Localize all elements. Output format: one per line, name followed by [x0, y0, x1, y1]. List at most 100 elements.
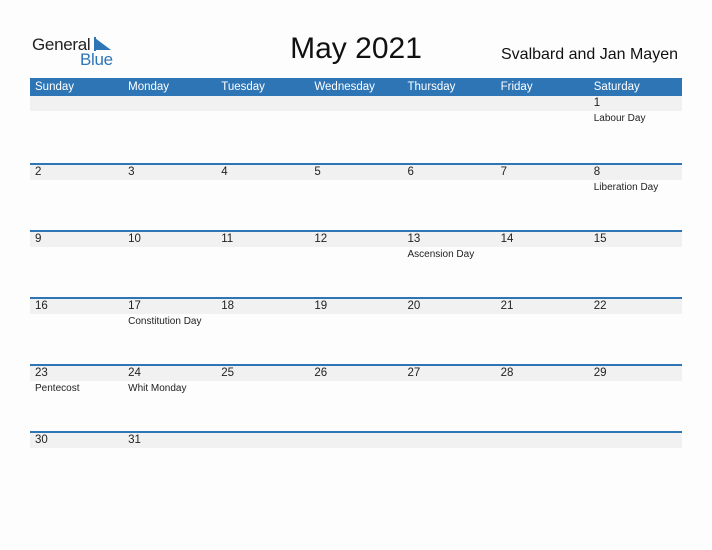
week-cells: 2 3 4 5 6 7 8 Liberation Day — [30, 165, 682, 195]
day-cell: 24 Whit Monday — [123, 366, 216, 396]
day-number: 19 — [314, 300, 328, 312]
day-number — [221, 96, 309, 111]
day-number: 4 — [221, 166, 228, 178]
day-number: 23 — [35, 367, 48, 379]
day-cell: 12 — [309, 232, 402, 262]
day-number: 10 — [128, 233, 141, 245]
day-cell: 16 — [30, 299, 123, 329]
week-row: 9 10 11 12 13 Ascension Day 14 15 — [30, 230, 682, 297]
day-number — [128, 96, 216, 111]
holiday-label: Ascension Day — [407, 249, 475, 260]
day-cell: 26 — [309, 366, 402, 396]
day-number — [408, 433, 496, 448]
holiday-label: Pentecost — [35, 383, 80, 394]
day-cell: 2 — [30, 165, 123, 195]
weekday-wednesday: Wednesday — [314, 81, 375, 93]
day-cell — [403, 433, 496, 449]
day-cell — [216, 96, 309, 126]
day-cell: 1 Labour Day — [589, 96, 682, 126]
day-number: 15 — [593, 233, 607, 245]
day-number: 24 — [128, 367, 141, 379]
day-number — [221, 433, 309, 448]
day-cell: 30 — [30, 433, 123, 449]
day-number: 27 — [407, 367, 421, 379]
week-row: 2 3 4 5 6 7 8 Liberation Day — [30, 163, 682, 230]
holiday-label: Whit Monday — [128, 383, 187, 394]
weekday-tuesday: Tuesday — [221, 81, 265, 93]
calendar-grid: Sunday Monday Tuesday Wednesday Thursday… — [30, 78, 682, 498]
day-number: 25 — [221, 367, 235, 379]
week-cells: 9 10 11 12 13 Ascension Day 14 15 — [30, 232, 682, 262]
week-row: 23 Pentecost 24 Whit Monday 25 26 27 28 29 — [30, 364, 682, 431]
day-number: 20 — [407, 300, 421, 312]
day-cell: 6 — [403, 165, 496, 195]
day-number — [594, 433, 682, 448]
day-number: 1 — [593, 97, 601, 109]
day-cell: 20 — [403, 299, 496, 329]
day-number — [501, 96, 589, 111]
week-cells: 23 Pentecost 24 Whit Monday 25 26 27 28 29 — [30, 366, 682, 396]
day-number — [35, 96, 123, 111]
day-number: 21 — [500, 300, 514, 312]
day-cell: 29 — [589, 366, 682, 396]
day-cell: 31 — [123, 433, 216, 449]
day-number: 17 — [128, 300, 141, 312]
day-cell: 9 — [30, 232, 123, 262]
day-number: 6 — [407, 166, 414, 178]
day-cell — [216, 433, 309, 449]
day-number: 3 — [128, 166, 135, 178]
day-number: 30 — [35, 434, 48, 446]
day-cell: 22 — [589, 299, 682, 329]
day-number: 2 — [35, 166, 42, 178]
day-number: 29 — [593, 367, 607, 379]
weekday-thursday: Thursday — [407, 81, 456, 93]
day-cell — [123, 96, 216, 126]
day-cell: 3 — [123, 165, 216, 195]
day-number: 22 — [593, 300, 607, 312]
day-number: 5 — [314, 166, 321, 178]
day-cell: 8 Liberation Day — [589, 165, 682, 195]
week-row: 1 Labour Day — [30, 96, 682, 163]
day-number — [314, 96, 402, 111]
day-number: 12 — [314, 233, 328, 245]
day-cell: 7 — [496, 165, 589, 195]
day-number: 16 — [35, 300, 48, 312]
day-cell — [30, 96, 123, 126]
weekday-monday: Monday — [128, 81, 170, 93]
day-number: 9 — [35, 233, 42, 245]
week-cells: 1 Labour Day — [30, 96, 682, 126]
day-cell: 10 — [123, 232, 216, 262]
day-number: 8 — [593, 166, 601, 178]
day-cell — [403, 96, 496, 126]
weeks-container: 1 Labour Day 2 3 4 5 6 7 8 Liberation Day 9 10 11 12 1… — [30, 96, 682, 498]
day-cell: 21 — [496, 299, 589, 329]
day-number: 11 — [221, 233, 234, 245]
day-number — [314, 433, 402, 448]
day-cell: 13 Ascension Day — [403, 232, 496, 262]
day-cell: 5 — [309, 165, 402, 195]
day-number: 26 — [314, 367, 328, 379]
day-cell — [309, 433, 402, 449]
day-number: 14 — [500, 233, 514, 245]
day-cell: 11 — [216, 232, 309, 262]
day-cell: 14 — [496, 232, 589, 262]
holiday-label: Constitution Day — [128, 316, 202, 327]
weekday-saturday: Saturday — [593, 81, 640, 93]
day-number: 7 — [500, 166, 508, 178]
day-cell: 25 — [216, 366, 309, 396]
week-cells: 30 31 — [30, 433, 682, 449]
weekday-header: Sunday Monday Tuesday Wednesday Thursday… — [30, 78, 682, 96]
day-cell — [496, 96, 589, 126]
day-cell: 4 — [216, 165, 309, 195]
weekday-friday: Friday — [500, 81, 533, 93]
day-number — [501, 433, 589, 448]
weekday-sunday: Sunday — [35, 81, 75, 93]
day-number — [408, 96, 496, 111]
day-cell: 23 Pentecost — [30, 366, 123, 396]
week-cells: 16 17 Constitution Day 18 19 20 21 22 — [30, 299, 682, 329]
week-row: 30 31 — [30, 431, 682, 498]
day-cell — [589, 433, 682, 449]
day-number: 13 — [407, 233, 421, 245]
day-number: 31 — [128, 434, 141, 446]
week-row: 16 17 Constitution Day 18 19 20 21 22 — [30, 297, 682, 364]
